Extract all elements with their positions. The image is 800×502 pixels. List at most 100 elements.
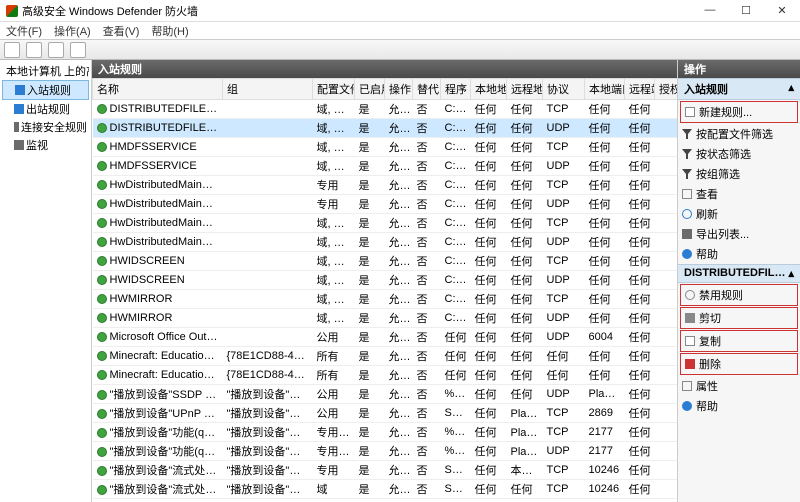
table-row[interactable]: HwDistributedMainService专用是允许否C:\Pr...任何… (93, 195, 678, 214)
table-row[interactable]: Minecraft: Education Edition{78E1CD88-49… (93, 347, 678, 366)
column-header[interactable]: 协议 (543, 79, 585, 100)
tree-root[interactable]: 本地计算机 上的高级安全 Win (2, 62, 89, 80)
tree-item[interactable]: 出站规则 (2, 100, 89, 118)
collapse-icon[interactable]: ▴ (788, 81, 794, 97)
tree-item[interactable]: 监视 (2, 136, 89, 154)
table-row[interactable]: HwDistributedMainService专用是允许否C:\Pr...任何… (93, 176, 678, 195)
copy-icon (685, 336, 695, 346)
toolbar-back-button[interactable] (4, 42, 20, 58)
table-cell: 任何 (625, 100, 655, 119)
table-cell: 允许 (385, 176, 413, 195)
table-cell: 域, 公用 (313, 138, 355, 157)
table-row[interactable]: "播放到设备"流式处理服务器(HTTP-Stre..."播放到设备"功能专用是允… (93, 461, 678, 480)
menu-item[interactable]: 帮助(H) (151, 23, 188, 39)
tree-item-label: 入站规则 (27, 82, 71, 98)
table-row[interactable]: "播放到设备"功能(qWave-TCP-In)"播放到设备"功能专用, 公用是允… (93, 423, 678, 442)
action-item[interactable]: 删除 (680, 353, 798, 375)
minimize-button[interactable]: — (698, 4, 722, 17)
toolbar-forward-button[interactable] (26, 42, 42, 58)
column-header[interactable]: 授权的用户 (655, 79, 678, 100)
table-cell: 任何 (471, 404, 507, 423)
table-cell: "播放到设备"功能 (223, 404, 313, 423)
column-header[interactable]: 名称 (93, 79, 223, 100)
table-row[interactable]: Microsoft Office Outlook公用是允许否任何任何任何UDP6… (93, 328, 678, 347)
column-header[interactable]: 程序 (441, 79, 471, 100)
action-item[interactable]: 刷新 (678, 204, 800, 224)
maximize-button[interactable]: ☐ (734, 4, 758, 17)
table-cell: 任何 (585, 290, 625, 309)
action-item[interactable]: 帮助 (678, 244, 800, 264)
table-cell: PlayTo... (585, 385, 625, 404)
tree-item[interactable]: 连接安全规则 (2, 118, 89, 136)
table-row[interactable]: HWIDSCREEN域, 公用是允许否C:\Pr...任何任何TCP任何任何 (93, 252, 678, 271)
table-cell: Syst... (441, 404, 471, 423)
column-header[interactable]: 远程端口 (625, 79, 655, 100)
table-cell: 允许 (385, 480, 413, 499)
column-header[interactable]: 已启用 (355, 79, 385, 100)
table-cell: 允许 (385, 157, 413, 176)
table-cell: 任何 (471, 385, 507, 404)
column-header[interactable]: 替代 (413, 79, 441, 100)
table-row[interactable]: "播放到设备"SSDP 发现(UDP-In)"播放到设备"功能公用是允许否%Sy… (93, 385, 678, 404)
table-row[interactable]: DISTRIBUTEDFILESERVICE域, 公用是允许否C:\Pr...任… (93, 119, 678, 138)
table-cell: 否 (413, 385, 441, 404)
action-item[interactable]: 复制 (680, 330, 798, 352)
menu-item[interactable]: 文件(F) (6, 23, 42, 39)
action-item[interactable]: 导出列表... (678, 224, 800, 244)
table-row[interactable]: HMDFSSERVICE域, 公用是允许否C:\Pr...任何任何TCP任何任何 (93, 138, 678, 157)
table-row[interactable]: "播放到设备"UPnP 事件(TCP-In)"播放到设备"功能公用是允许否Sys… (93, 404, 678, 423)
action-item[interactable]: 属性 (678, 376, 800, 396)
close-button[interactable]: ✕ (770, 4, 794, 17)
column-header[interactable]: 组 (223, 79, 313, 100)
table-row[interactable]: "播放到设备"流式处理服务器(HTTP-Stre..."播放到设备"功能域是允许… (93, 480, 678, 499)
action-item[interactable]: 禁用规则 (680, 284, 798, 306)
action-item[interactable]: 按配置文件筛选 (678, 124, 800, 144)
column-header[interactable]: 本地端口 (585, 79, 625, 100)
table-row[interactable]: HMDFSSERVICE域, 公用是允许否C:\Pr...任何任何UDP任何任何 (93, 157, 678, 176)
table-cell: 任何 (471, 290, 507, 309)
table-cell: C:\Pr... (441, 138, 471, 157)
toolbar-refresh-button[interactable] (48, 42, 64, 58)
table-row[interactable]: HWIDSCREEN域, 公用是允许否C:\Pr...任何任何UDP任何任何 (93, 271, 678, 290)
column-header[interactable]: 本地地址 (471, 79, 507, 100)
action-item[interactable]: 按状态筛选 (678, 144, 800, 164)
table-cell: 任何 (625, 385, 655, 404)
column-header[interactable]: 操作 (385, 79, 413, 100)
rules-grid[interactable]: 名称组配置文件已启用操作替代程序本地地址远程地址协议本地端口远程端口授权的用户 … (92, 78, 677, 502)
action-item[interactable]: 查看 (678, 184, 800, 204)
action-item[interactable]: 按组筛选 (678, 164, 800, 184)
table-cell: 任何 (471, 233, 507, 252)
toolbar-help-button[interactable] (70, 42, 86, 58)
table-cell: UDP (543, 328, 585, 347)
status-dot-icon (97, 104, 107, 114)
table-cell: 任何 (507, 271, 543, 290)
menu-item[interactable]: 查看(V) (103, 23, 140, 39)
table-cell: 专用 (313, 461, 355, 480)
table-row[interactable]: Minecraft: Education Edition{78E1CD88-49… (93, 366, 678, 385)
tree-item[interactable]: 入站规则 (2, 80, 89, 100)
table-cell: 域, 公用 (313, 119, 355, 138)
table-row[interactable]: HwDistributedMainService域, 公用是允许否C:\Pr..… (93, 233, 678, 252)
table-cell: "播放到设备"UPnP 事件(TCP-In) (93, 404, 223, 423)
table-row[interactable]: "播放到设备"流式处理服务器(HTTP-Stre..."播放到设备"功能公用是允… (93, 499, 678, 502)
action-item[interactable]: 剪切 (680, 307, 798, 329)
menu-item[interactable]: 操作(A) (54, 23, 91, 39)
action-item[interactable]: 新建规则... (680, 101, 798, 123)
column-header[interactable]: 配置文件 (313, 79, 355, 100)
status-dot-icon (97, 409, 107, 419)
table-row[interactable]: HWMIRROR域, 公用是允许否C:\Pr...任何任何TCP任何任何 (93, 290, 678, 309)
table-row[interactable]: "播放到设备"功能(qWave-UDP-In)"播放到设备"功能专用, 公用是允… (93, 442, 678, 461)
table-cell: 域, 公用 (313, 157, 355, 176)
table-cell: 否 (413, 423, 441, 442)
table-row[interactable]: HwDistributedMainService域, 公用是允许否C:\Pr..… (93, 214, 678, 233)
table-row[interactable]: HWMIRROR域, 公用是允许否C:\Pr...任何任何UDP任何任何 (93, 309, 678, 328)
tree-item-label: 出站规则 (26, 101, 70, 117)
table-row[interactable]: DISTRIBUTEDFILESERVICE域, 公用是允许否C:\Pr...任… (93, 100, 678, 119)
table-cell: C:\Pr... (441, 214, 471, 233)
action-item[interactable]: 帮助 (678, 396, 800, 416)
tree-item-label: 监视 (26, 137, 48, 153)
collapse-icon[interactable]: ▴ (788, 267, 794, 280)
table-cell: 所有 (313, 366, 355, 385)
column-header[interactable]: 远程地址 (507, 79, 543, 100)
table-cell: 允许 (385, 252, 413, 271)
